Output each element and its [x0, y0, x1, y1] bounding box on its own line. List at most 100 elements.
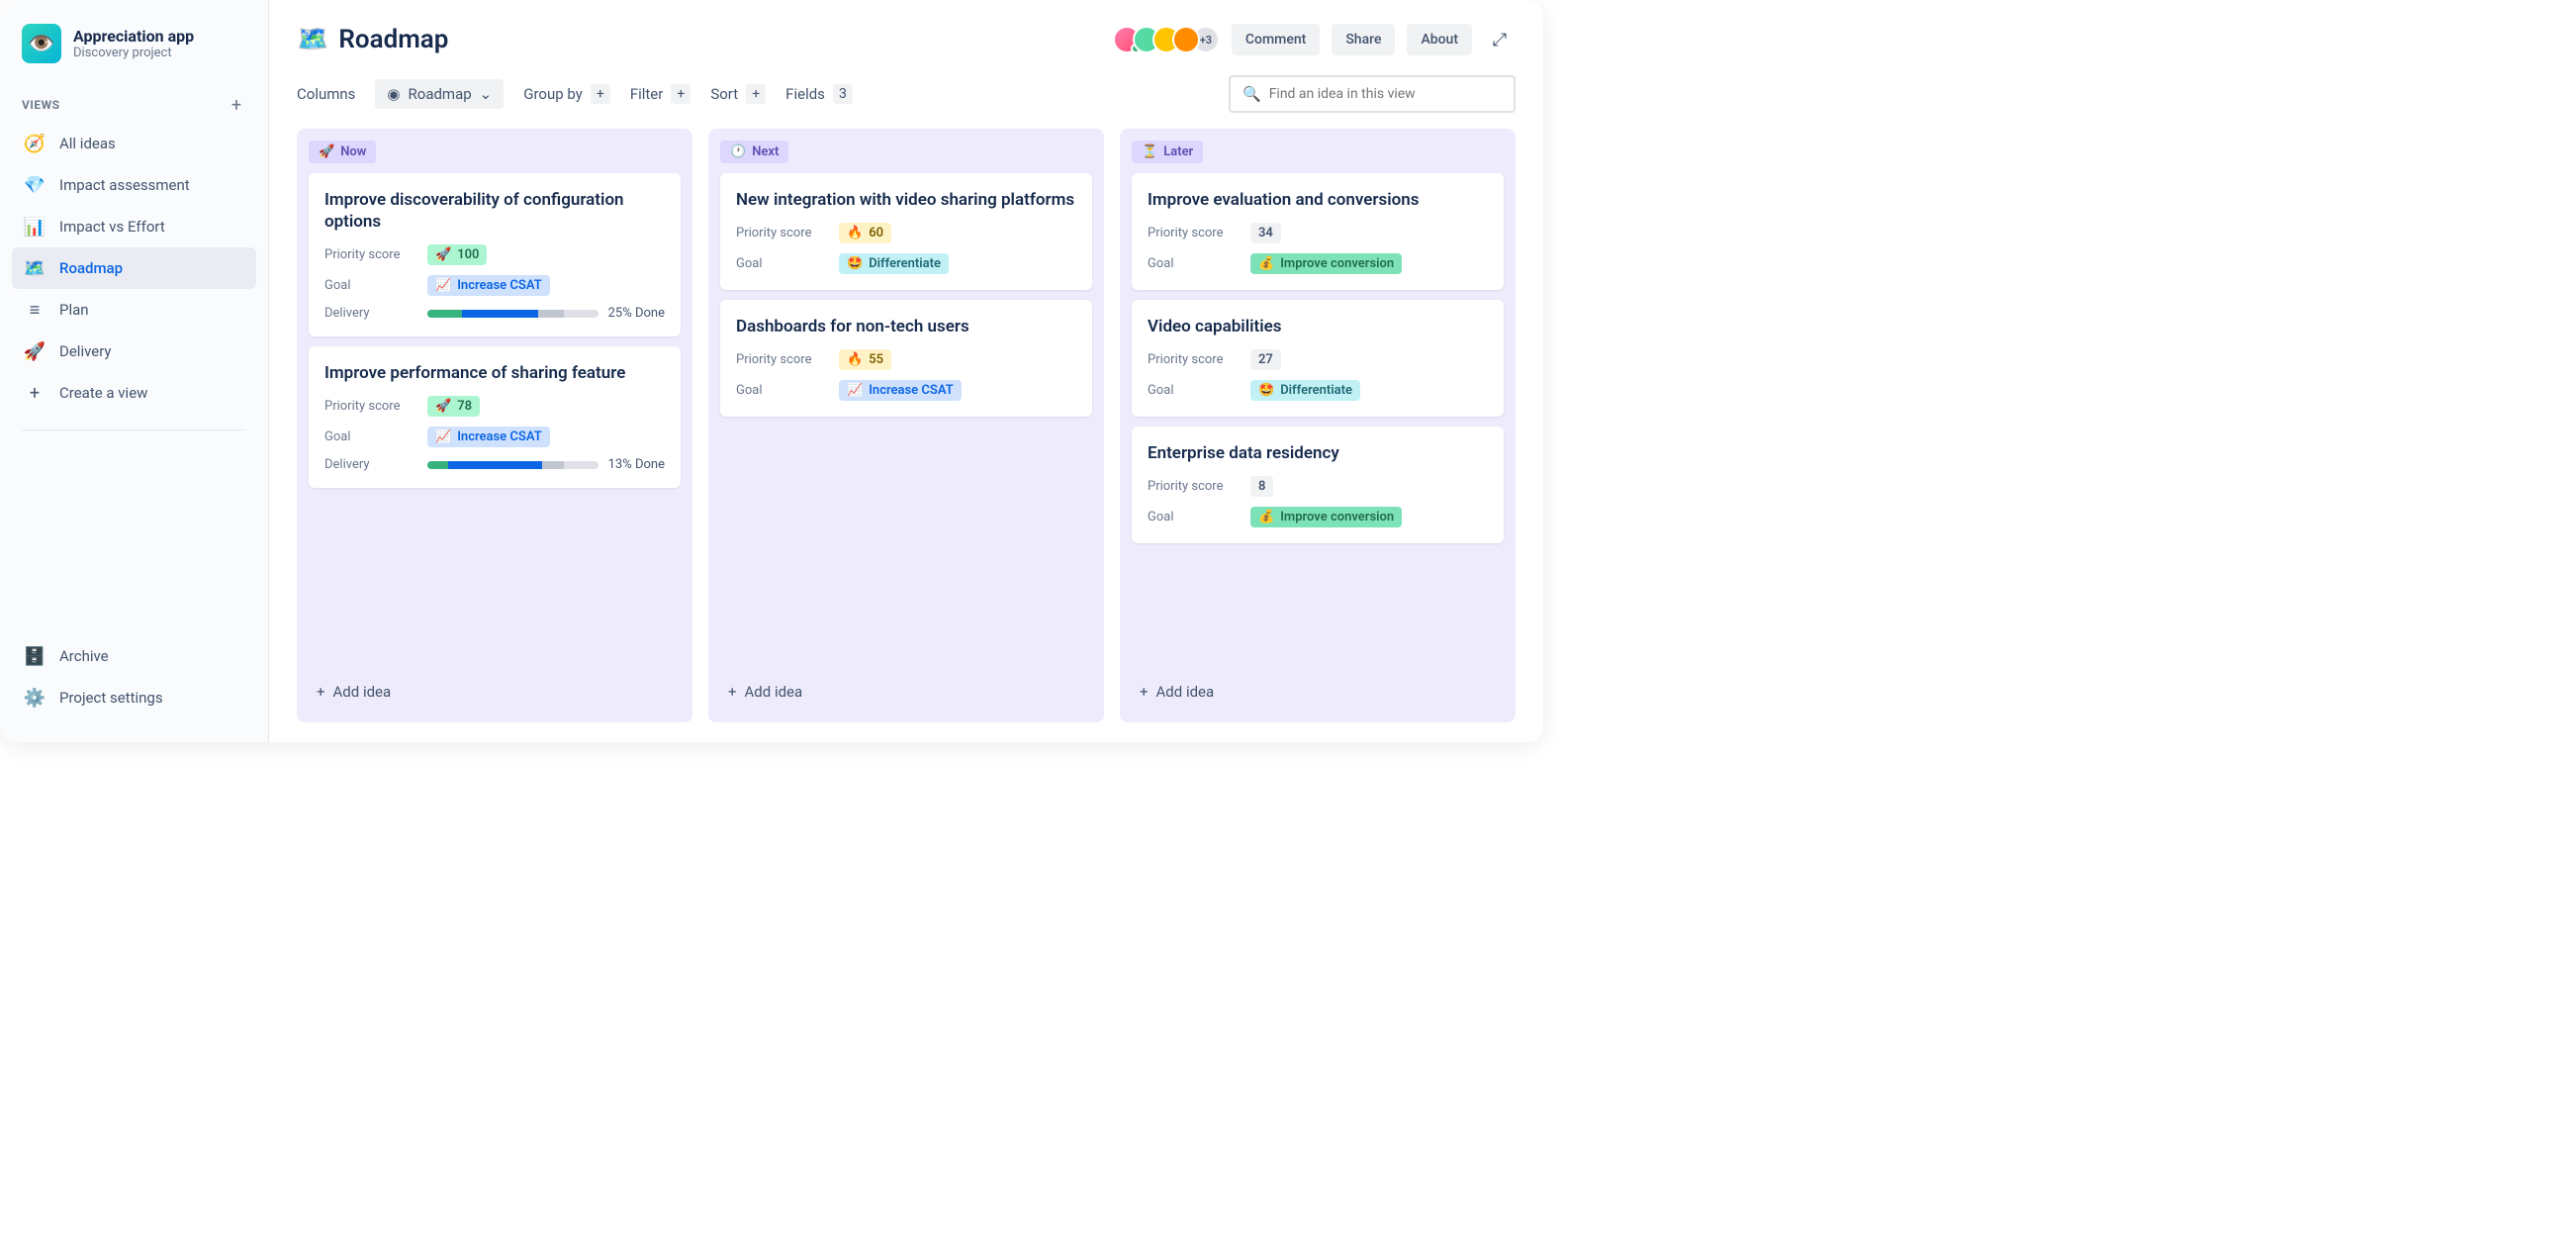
card-title: Improve discoverability of configuration…: [324, 189, 665, 233]
filter-button[interactable]: Filter +: [630, 84, 691, 104]
priority-row: Priority score 🔥55: [736, 349, 1076, 370]
nav-label: Delivery: [59, 342, 112, 360]
sidebar: 👁️ Appreciation app Discovery project VI…: [0, 0, 269, 742]
nav-icon: 📊: [24, 216, 46, 238]
idea-card[interactable]: Enterprise data residency Priority score…: [1132, 427, 1504, 543]
fields-button[interactable]: Fields 3: [785, 84, 853, 104]
priority-row: Priority score 34: [1148, 223, 1488, 243]
priority-badge: 🚀78: [427, 396, 480, 417]
add-idea-button[interactable]: +Add idea: [720, 673, 1092, 711]
progress-segment: [427, 461, 448, 469]
priority-row: Priority score 🔥60: [736, 223, 1076, 243]
nav-icon: 🧭: [24, 133, 46, 154]
idea-card[interactable]: Dashboards for non-tech users Priority s…: [720, 300, 1092, 417]
goal-label: Goal: [1148, 256, 1237, 271]
nav-label: Impact assessment: [59, 176, 190, 194]
priority-value: 8: [1258, 479, 1265, 494]
idea-card[interactable]: New integration with video sharing platf…: [720, 173, 1092, 290]
gear-icon: ⚙️: [24, 687, 46, 709]
app-subtitle: Discovery project: [73, 46, 194, 60]
priority-label: Priority score: [324, 247, 414, 262]
goal-value: Increase CSAT: [457, 429, 542, 444]
priority-value: 34: [1258, 226, 1273, 240]
archive-icon: 🗄️: [24, 645, 46, 667]
idea-card[interactable]: Improve discoverability of configuration…: [309, 173, 681, 336]
group-by-button[interactable]: Group by +: [523, 84, 610, 104]
avatar[interactable]: [1172, 26, 1200, 53]
progress-segment: [462, 310, 539, 318]
idea-card[interactable]: Improve evaluation and conversions Prior…: [1132, 173, 1504, 290]
goal-icon: 💰: [1258, 510, 1274, 524]
about-button[interactable]: About: [1407, 24, 1472, 55]
sidebar-archive[interactable]: 🗄️ Archive: [12, 635, 256, 677]
goal-row: Goal 📈Increase CSAT: [324, 427, 665, 447]
goal-row: Goal 💰Improve conversion: [1148, 253, 1488, 274]
roadmap-pill-label: Roadmap: [409, 85, 472, 103]
goal-label: Goal: [736, 256, 825, 271]
nav-label: Plan: [59, 301, 89, 319]
topbar: 🗺️ Roadmap +3 Comment Share About ⤢: [269, 0, 1543, 67]
progress-label: 13% Done: [608, 457, 665, 472]
sort-button[interactable]: Sort +: [710, 84, 766, 104]
goal-icon: 🤩: [1258, 383, 1274, 398]
expand-icon[interactable]: ⤢: [1484, 24, 1516, 55]
add-view-button[interactable]: +: [227, 95, 246, 115]
priority-label: Priority score: [736, 352, 825, 367]
add-idea-button[interactable]: +Add idea: [309, 673, 681, 711]
goal-value: Increase CSAT: [869, 383, 954, 398]
goal-badge: 🤩Differentiate: [839, 253, 949, 274]
sidebar-item-all-ideas[interactable]: 🧭All ideas: [12, 123, 256, 164]
idea-card[interactable]: Improve performance of sharing feature P…: [309, 346, 681, 488]
column-later: ⏳Later Improve evaluation and conversion…: [1120, 129, 1516, 722]
priority-label: Priority score: [736, 226, 825, 240]
priority-label: Priority score: [1148, 352, 1237, 367]
app-header: 👁️ Appreciation app Discovery project: [12, 24, 256, 83]
add-idea-button[interactable]: +Add idea: [1132, 673, 1504, 711]
comment-button[interactable]: Comment: [1232, 24, 1320, 55]
priority-row: Priority score 🚀78: [324, 396, 665, 417]
group-by-label: Group by: [523, 85, 583, 103]
sidebar-item-impact-vs-effort[interactable]: 📊 Impact vs Effort: [12, 206, 256, 247]
nav-icon: ≡: [24, 299, 46, 321]
nav-label: Impact vs Effort: [59, 218, 165, 236]
sidebar-item-create-a-view[interactable]: +Create a view: [12, 372, 256, 414]
goal-value: Improve conversion: [1280, 256, 1394, 271]
priority-badge: 8: [1250, 476, 1273, 497]
nav-icon: 💎: [24, 174, 46, 196]
filter-label: Filter: [630, 85, 664, 103]
circle-check-icon: ◉: [387, 85, 400, 103]
idea-card[interactable]: Video capabilities Priority score 27 Goa…: [1132, 300, 1504, 417]
goal-row: Goal 🤩Differentiate: [1148, 380, 1488, 401]
avatar-stack[interactable]: +3: [1113, 26, 1220, 53]
priority-icon: 🚀: [435, 399, 451, 414]
column-label: Now: [340, 144, 366, 159]
search-input[interactable]: [1269, 86, 1502, 102]
nav-label: Create a view: [59, 384, 147, 402]
sidebar-divider: [22, 429, 246, 430]
roadmap-column-selector[interactable]: ◉ Roadmap ⌄: [375, 79, 504, 109]
topbar-right: +3 Comment Share About ⤢: [1113, 24, 1516, 55]
priority-row: Priority score 8: [1148, 476, 1488, 497]
sort-label: Sort: [710, 85, 738, 103]
goal-label: Goal: [324, 278, 414, 293]
sidebar-settings[interactable]: ⚙️ Project settings: [12, 677, 256, 718]
fields-label: Fields: [785, 85, 825, 103]
sidebar-item-plan[interactable]: ≡ Plan: [12, 289, 256, 331]
progress-bar: [427, 461, 598, 469]
priority-value: 100: [457, 247, 479, 262]
sidebar-item-impact-assessment[interactable]: 💎 Impact assessment: [12, 164, 256, 206]
sidebar-item-delivery[interactable]: 🚀Delivery: [12, 331, 256, 372]
sidebar-item-roadmap[interactable]: 🗺️Roadmap: [12, 247, 256, 289]
goal-badge: 💰Improve conversion: [1250, 253, 1402, 274]
app-logo-icon: 👁️: [22, 24, 61, 63]
search-box[interactable]: 🔍: [1229, 75, 1516, 113]
priority-row: Priority score 27: [1148, 349, 1488, 370]
progress-segment: [427, 310, 462, 318]
columns-button[interactable]: Columns: [297, 85, 355, 103]
goal-badge: 📈Increase CSAT: [427, 275, 550, 296]
column-header: 🕐Next: [720, 141, 788, 163]
delivery-row: Delivery 25% Done: [324, 306, 665, 321]
priority-label: Priority score: [1148, 479, 1237, 494]
share-button[interactable]: Share: [1332, 24, 1395, 55]
goal-label: Goal: [1148, 510, 1237, 524]
